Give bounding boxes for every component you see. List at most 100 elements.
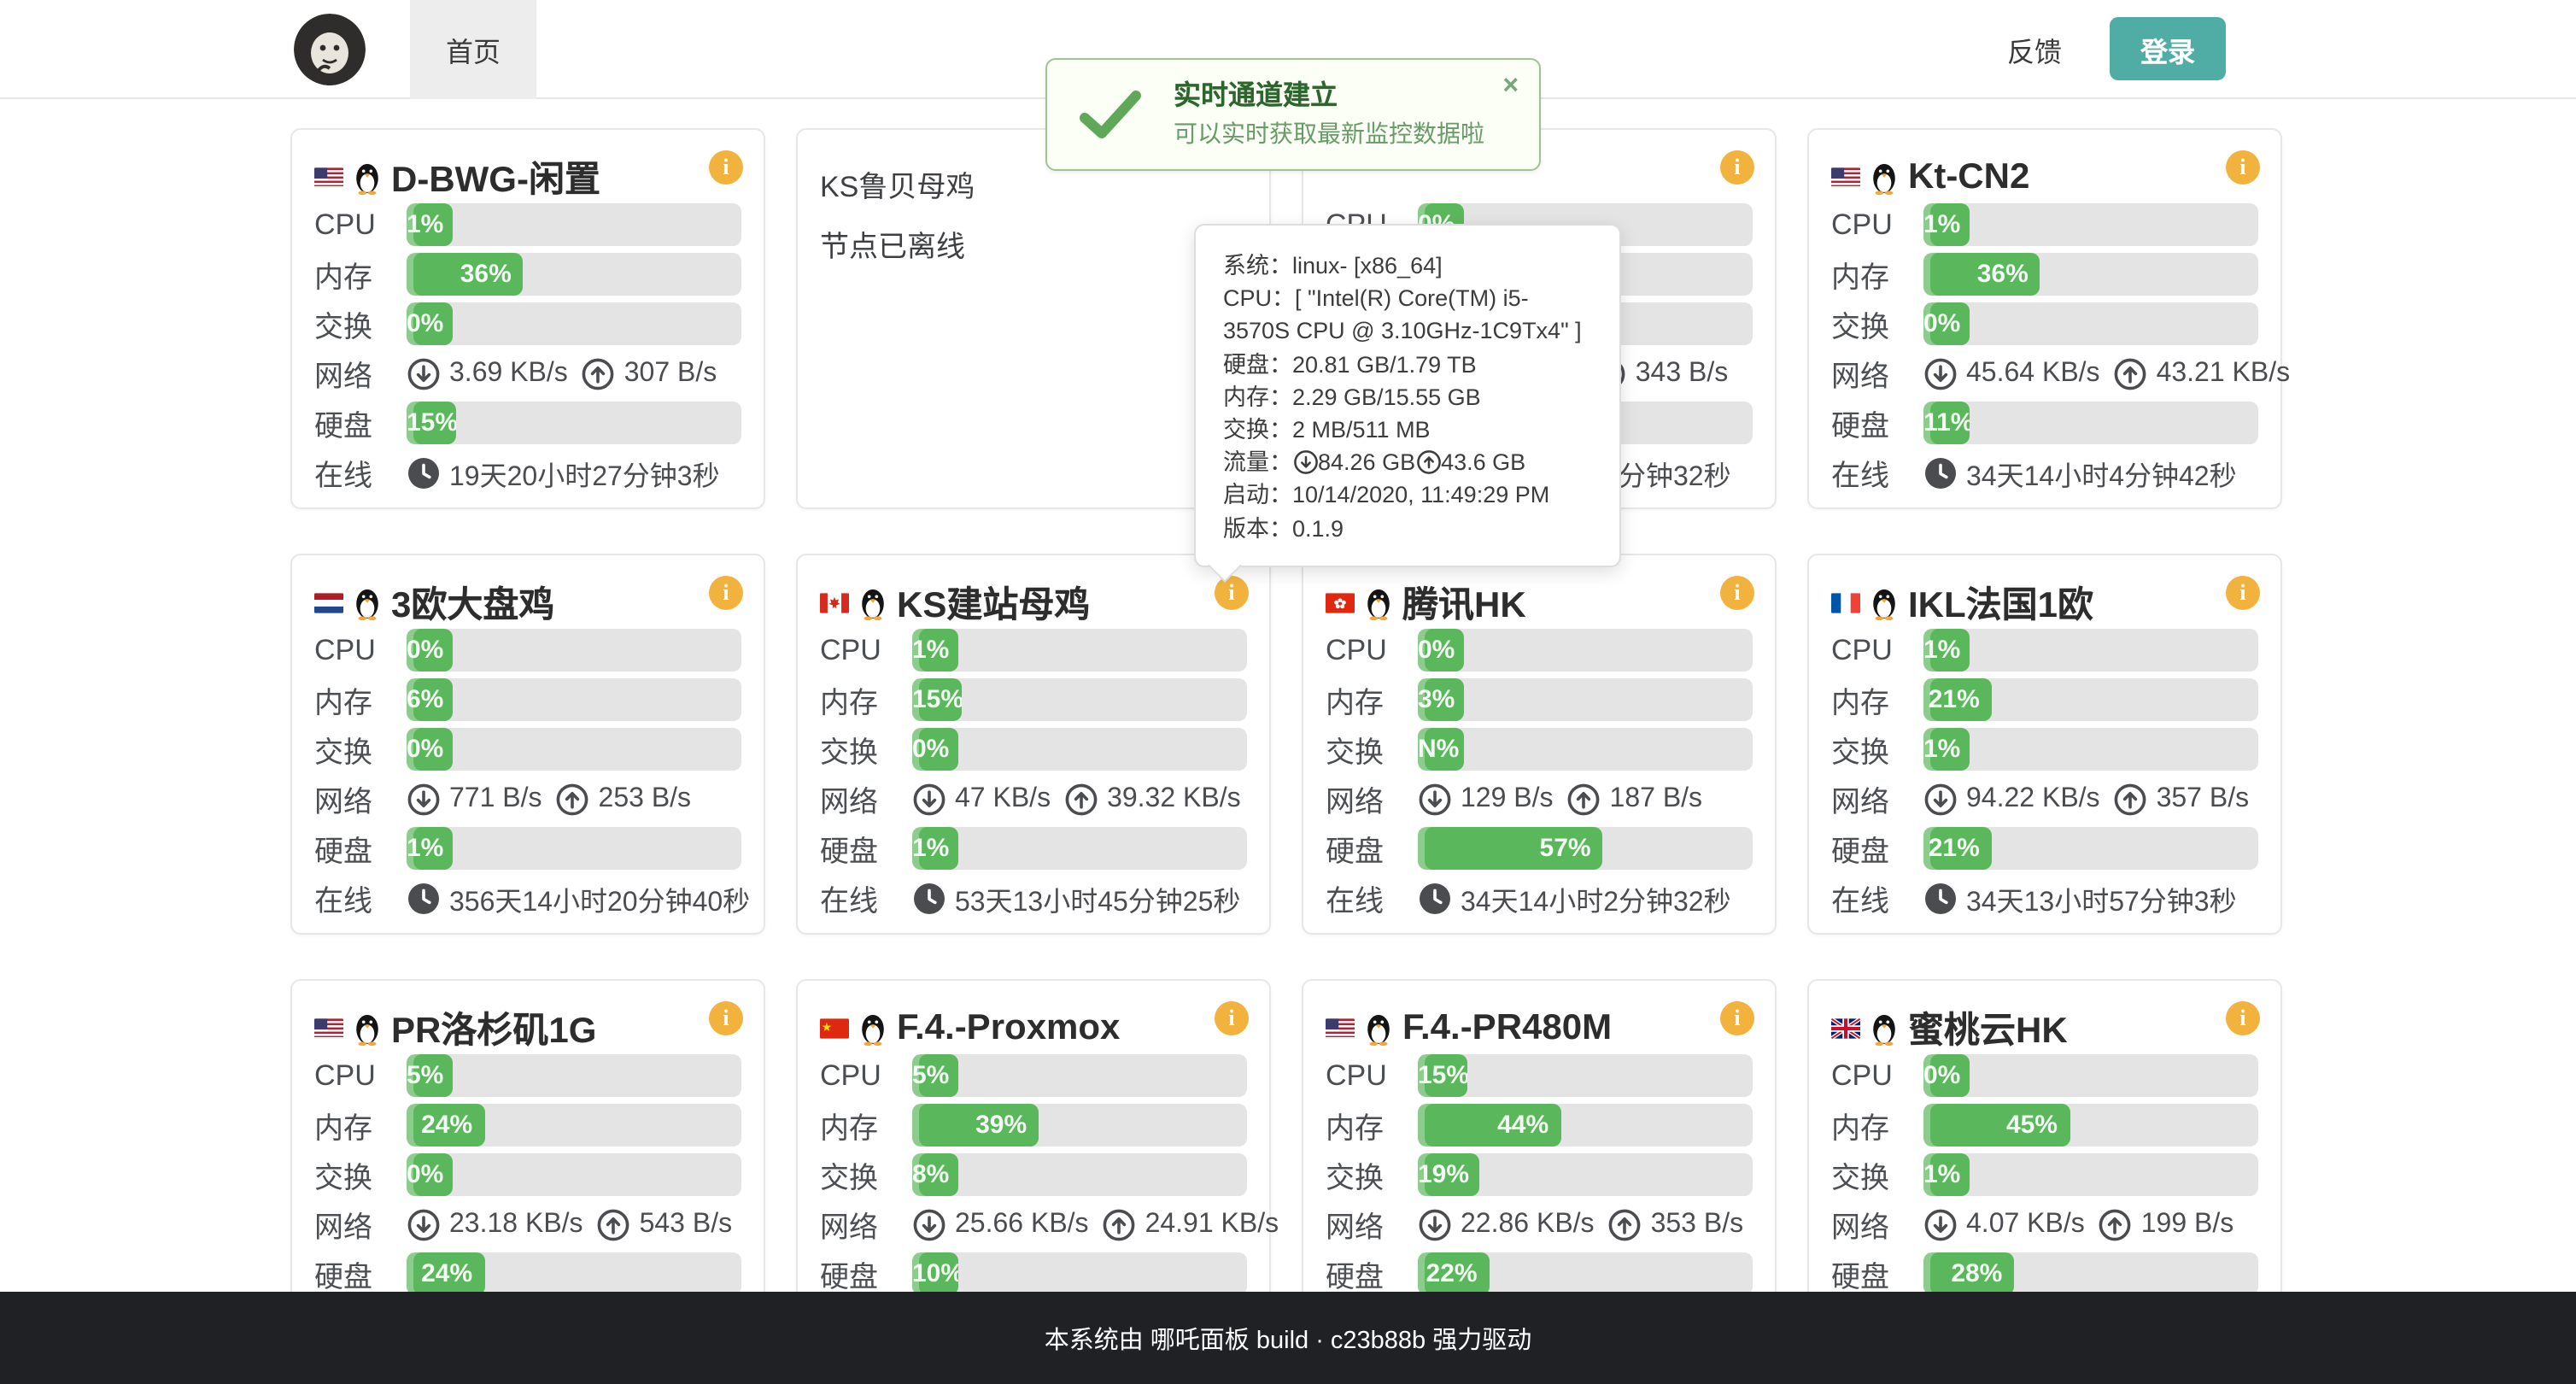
info-icon[interactable]: i [1215, 1001, 1249, 1035]
download-arrow-icon [1923, 782, 1958, 816]
cpu-label: CPU [314, 1059, 407, 1093]
cpu-label: CPU [820, 633, 912, 667]
cpu-bar-fill: 15% [1418, 1054, 1467, 1097]
download-arrow-icon [1923, 1207, 1958, 1241]
swap-bar-fill: N% [1418, 728, 1464, 771]
info-icon[interactable]: i [709, 1001, 743, 1035]
cpu-label: CPU [1831, 1059, 1923, 1093]
check-icon [1078, 89, 1143, 140]
online-row: 在线19天20小时27分钟3秒 [314, 451, 741, 494]
network-row: 网络23.18 KB/s543 B/s [314, 1203, 741, 1246]
mem-bar-fill: 3% [1418, 678, 1464, 721]
swap-label: 交换 [1831, 1153, 1923, 1196]
disk-label: 硬盘 [314, 402, 407, 444]
network-label: 网络 [1831, 1203, 1923, 1246]
server-name: 腾讯HK [1402, 578, 1526, 629]
disk-bar-value: 24% [407, 1252, 484, 1295]
mem-label: 内存 [820, 678, 912, 721]
server-title-row: F.4.-PR480M [1326, 1003, 1753, 1054]
disk-bar-value: 28% [1923, 1252, 2014, 1295]
login-button[interactable]: 登录 [2110, 17, 2226, 80]
disk-row: 硬盘11% [1831, 402, 2258, 444]
cpu-row: CPU5% [314, 1054, 741, 1097]
network-down-value: 94.22 KB/s [1966, 783, 2100, 814]
toast-body: 实时通道建立 可以实时获取最新监控数据啦 [1174, 80, 1484, 149]
cpu-bar-fill: 1% [1923, 203, 1970, 246]
disk-row: 硬盘21% [1831, 827, 2258, 870]
server-name: D-BWG-闲置 [391, 152, 600, 203]
online-label: 在线 [820, 877, 912, 919]
mem-bar-track: 39% [912, 1104, 1247, 1146]
network-label: 网络 [314, 777, 407, 820]
tab-home[interactable]: 首页 [410, 0, 536, 98]
linux-penguin-icon [1871, 161, 1898, 195]
mem-label: 内存 [1831, 253, 1923, 296]
swap-bar-track: 1% [1923, 728, 2258, 771]
online-row: 在线34天13小时57分钟3秒 [1831, 877, 2258, 919]
upload-arrow-icon [2114, 356, 2148, 390]
info-icon[interactable]: i [1720, 1001, 1754, 1035]
tooltip-row-swap: 交换：2 MB/511 MB [1223, 413, 1592, 446]
close-icon[interactable]: × [1502, 73, 1519, 101]
cpu-bar-track: 0% [1418, 629, 1753, 671]
linux-penguin-icon [1365, 1012, 1392, 1046]
mem-bar-track: 3% [1418, 678, 1753, 721]
swap-bar-fill: 1% [1923, 1153, 1970, 1196]
swap-label: 交换 [1326, 728, 1418, 771]
server-card: 3欧大盘鸡iCPU0%内存6%交换0%网络771 B/s253 B/s硬盘1%在… [290, 554, 765, 935]
server-title-row: 3欧大盘鸡 [314, 578, 741, 629]
info-icon[interactable]: i [1215, 576, 1249, 610]
server-name: Kt-CN2 [1908, 157, 2029, 198]
info-icon[interactable]: i [709, 150, 743, 185]
server-title-row: 蜜桃云HK [1831, 1003, 2258, 1054]
download-arrow-icon [912, 1207, 946, 1241]
cpu-row: CPU15% [1326, 1054, 1753, 1097]
disk-label: 硬盘 [1326, 827, 1418, 870]
disk-row: 硬盘24% [314, 1252, 741, 1295]
info-icon[interactable]: i [1720, 150, 1754, 185]
cpu-label: CPU [314, 208, 407, 242]
swap-label: 交换 [314, 728, 407, 771]
online-row: 在线34天14小时4分钟42秒 [1831, 451, 2258, 494]
upload-arrow-icon [597, 1207, 631, 1241]
feedback-link[interactable]: 反馈 [2007, 28, 2062, 69]
info-icon[interactable]: i [2226, 150, 2260, 185]
linux-penguin-icon [1871, 1012, 1898, 1046]
flag-us-icon [314, 1018, 343, 1039]
swap-bar-track: 1% [1923, 1153, 2258, 1196]
network-label: 网络 [1326, 1203, 1418, 1246]
cpu-bar-fill: 0% [1923, 1054, 1970, 1097]
server-card: KS建站母鸡iCPU1%内存15%交换0%网络47 KB/s39.32 KB/s… [796, 554, 1271, 935]
mem-bar-fill: 15% [912, 678, 961, 721]
upload-arrow-icon [2114, 782, 2148, 816]
mem-row: 内存3% [1326, 678, 1753, 721]
mem-bar-value: 36% [1923, 253, 2040, 296]
mem-bar-value: 24% [407, 1104, 484, 1146]
network-up-value: 199 B/s [2141, 1209, 2234, 1240]
info-icon[interactable]: i [709, 576, 743, 610]
info-icon[interactable]: i [2226, 576, 2260, 610]
info-icon[interactable]: i [1720, 576, 1754, 610]
disk-bar-track: 11% [1923, 402, 2258, 444]
cpu-row: CPU0% [314, 629, 741, 671]
swap-label: 交换 [1831, 728, 1923, 771]
flag-us-icon [1831, 167, 1860, 188]
linux-penguin-icon [354, 586, 381, 620]
online-row: 在线356天14小时20分钟40秒 [314, 877, 741, 919]
cpu-bar-value: 15% [1418, 1054, 1467, 1097]
network-down-value: 129 B/s [1461, 783, 1554, 814]
swap-bar-track: 0% [1923, 302, 2258, 345]
swap-label: 交换 [820, 1153, 912, 1196]
disk-bar-track: 10% [912, 1252, 1247, 1295]
disk-bar-fill: 57% [1418, 827, 1603, 870]
flag-nl-icon [314, 593, 343, 613]
info-icon[interactable]: i [2226, 1001, 2260, 1035]
server-name: 蜜桃云HK [1908, 1003, 2068, 1054]
network-row: 网络47 KB/s39.32 KB/s [820, 777, 1247, 820]
network-label: 网络 [1326, 777, 1418, 820]
mem-row: 内存45% [1831, 1104, 2258, 1146]
flag-ca-icon [820, 593, 849, 613]
disk-bar-fill: 1% [407, 827, 453, 870]
logo-avatar[interactable] [294, 13, 366, 85]
cpu-bar-track: 1% [912, 629, 1247, 671]
